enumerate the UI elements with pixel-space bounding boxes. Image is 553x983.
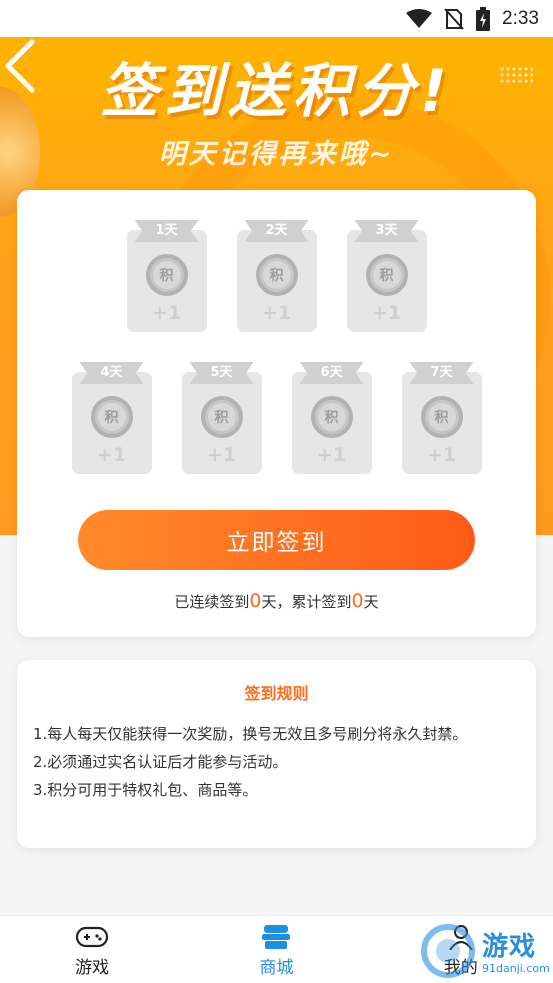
coin-label: 积 [207,403,236,431]
rule-item: 3.积分可用于特权礼包、商品等。 [33,781,258,799]
coin-label: 积 [97,403,126,431]
day-ribbon: 5天 [189,362,254,384]
day-ribbon: 3天 [354,220,419,242]
coin-label: 积 [152,261,181,289]
consecutive-days-count: 0 [249,590,262,612]
points-coin-icon: 积 [310,396,353,438]
tab-store[interactable]: 商城 [184,916,368,983]
day-ribbon: 7天 [409,362,474,384]
tab-games[interactable]: 游戏 [0,916,184,983]
page-title: 签到送积分! [100,57,453,125]
day-reward: +1 [96,444,127,466]
day-ribbon: 4天 [79,362,144,384]
status-time: 2:33 [502,7,539,29]
points-coin-icon: 积 [255,254,298,296]
day-ribbon: 1天 [134,220,199,242]
total-days-count: 0 [351,590,364,612]
stats-middle-text: 天，累计签到 [261,593,352,611]
day-item: 5天 积 +1 [181,362,262,474]
day-reward: +1 [316,444,347,466]
day-reward: +1 [371,302,402,324]
tab-label: 我的 [443,958,478,978]
day-ribbon: 2天 [244,220,309,242]
dots-decoration [499,66,533,84]
day-ribbon: 6天 [299,362,364,384]
consecutive-prefix: 已连续签到 [174,593,250,611]
no-sim-icon [444,7,464,30]
bottom-tab-bar: 游戏 商城 我的 [0,915,553,983]
coin-label: 积 [317,403,346,431]
coin-label: 积 [372,261,401,289]
coin-label: 积 [427,403,456,431]
gamepad-icon [76,926,109,948]
day-item: 7天 积 +1 [401,362,482,474]
day-reward: +1 [151,302,182,324]
points-coin-icon: 积 [365,254,408,296]
day-reward: +1 [206,444,237,466]
status-bar: 2:33 [0,0,553,37]
day-item: 3天 积 +1 [346,220,427,332]
user-icon [448,925,473,950]
points-coin-icon: 积 [200,396,243,438]
points-coin-icon: 积 [145,254,188,296]
day-item: 6天 积 +1 [291,362,372,474]
days-row-2: 4天 积 +1 5天 积 +1 6天 积 +1 7天 积 +1 [17,362,536,474]
coin-label: 积 [262,261,291,289]
rules-title: 签到规则 [244,684,309,703]
points-coin-icon: 积 [90,396,133,438]
page-subtitle: 明天记得再来哦~ [158,139,395,170]
checkin-page: 2:33 签到送积分! 明天记得再来哦~ 1天 积 +1 2天 积 +1 3天 [0,0,553,983]
day-reward: +1 [426,444,457,466]
tab-label: 游戏 [75,958,110,978]
rule-item: 1.每人每天仅能获得一次奖励，换号无效且多号刷分将永久封禁。 [33,725,468,743]
rule-item: 2.必须通过实名认证后才能参与活动。 [33,753,288,771]
sign-in-button[interactable]: 立即签到 [78,510,475,570]
day-item: 1天 积 +1 [126,220,207,332]
tab-label: 商城 [259,958,294,978]
day-reward: +1 [261,302,292,324]
wifi-icon [406,8,433,28]
day-item: 2天 积 +1 [236,220,317,332]
rules-list: 1.每人每天仅能获得一次奖励，换号无效且多号刷分将永久封禁。 2.必须通过实名认… [33,720,523,804]
tab-profile[interactable]: 我的 [369,916,553,983]
stats-suffix: 天 [363,593,379,611]
days-row-1: 1天 积 +1 2天 积 +1 3天 积 +1 [17,220,536,332]
points-coin-icon: 积 [420,396,463,438]
rules-card: 签到规则 1.每人每天仅能获得一次奖励，换号无效且多号刷分将永久封禁。 2.必须… [17,660,536,848]
battery-charging-icon [476,6,491,31]
store-icon [262,925,291,949]
checkin-card: 1天 积 +1 2天 积 +1 3天 积 +1 4天 积 +1 5天 积 +1 … [17,190,536,637]
checkin-stats: 已连续签到0天，累计签到0天 [17,590,536,612]
day-item: 4天 积 +1 [71,362,152,474]
